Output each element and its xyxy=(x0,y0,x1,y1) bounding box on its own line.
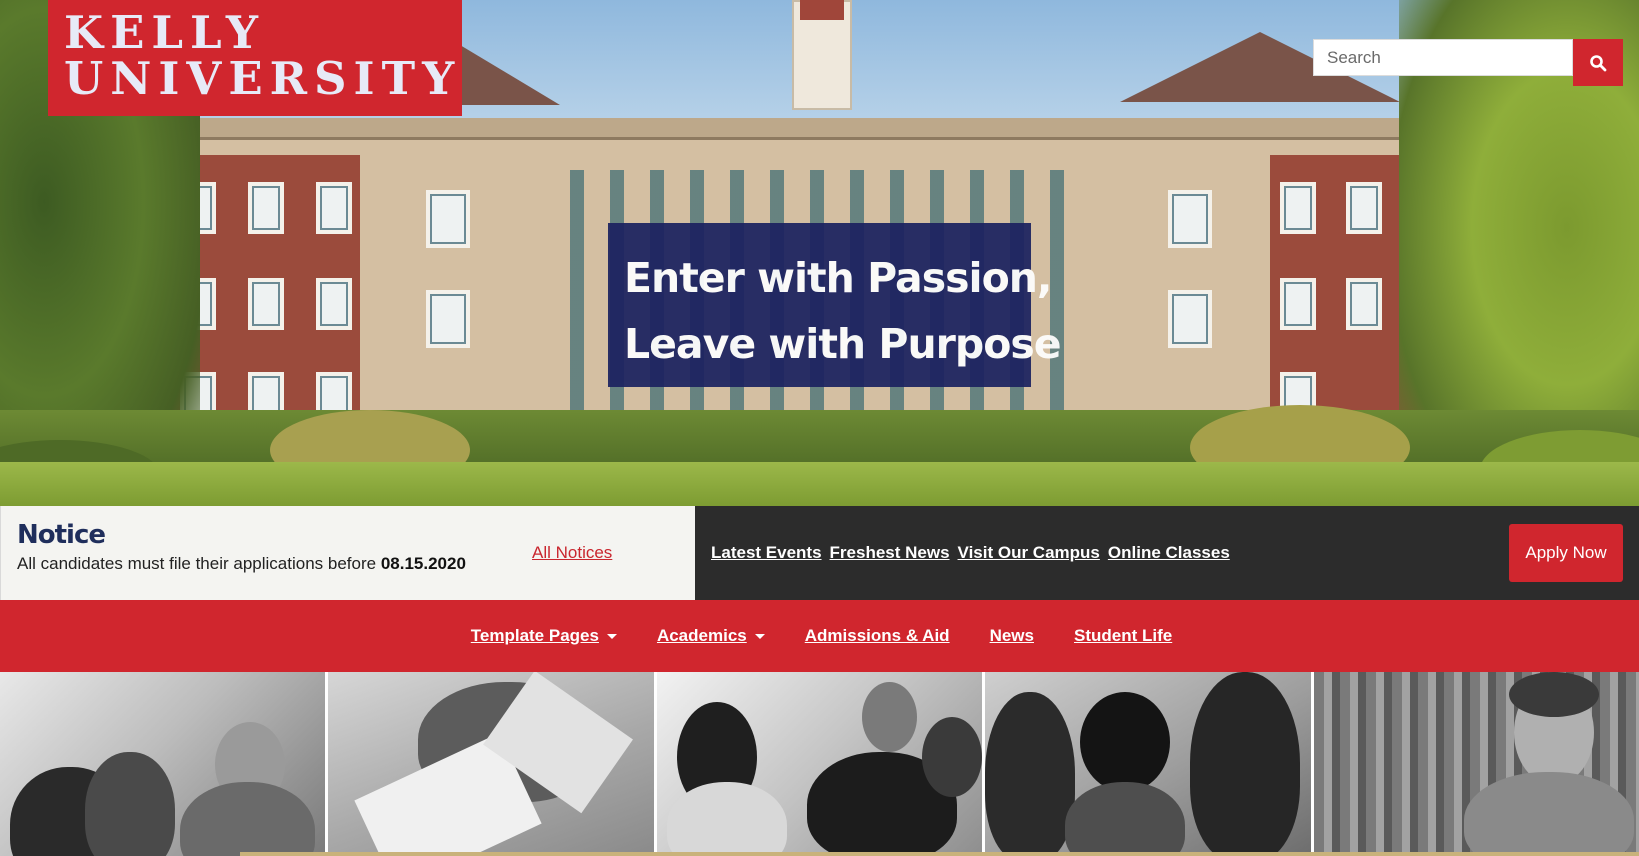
notice-date: 08.15.2020 xyxy=(380,554,466,573)
figure xyxy=(666,782,787,856)
nav-label: Academics xyxy=(656,626,747,645)
nav-label: Template Pages xyxy=(470,626,599,645)
figure xyxy=(985,692,1076,856)
window xyxy=(426,190,470,248)
window xyxy=(1168,290,1212,348)
window xyxy=(1280,278,1316,330)
photo-reading-book xyxy=(328,672,654,856)
logo-line-2: UNIVERSITY xyxy=(64,52,462,105)
window xyxy=(248,278,284,330)
tagline-line-2: Leave with Purpose xyxy=(624,320,1062,368)
lawn xyxy=(0,462,1639,506)
figure xyxy=(180,782,315,856)
search-input[interactable] xyxy=(1313,39,1573,76)
figure xyxy=(1190,672,1301,856)
nav-academics[interactable]: Academics xyxy=(657,626,765,646)
nav-news[interactable]: News xyxy=(990,626,1034,646)
quick-links-panel: Latest Events Freshest News Visit Our Ca… xyxy=(695,506,1639,600)
apply-now-button[interactable]: Apply Now xyxy=(1509,524,1623,582)
figure xyxy=(1065,782,1186,856)
search-bar xyxy=(1313,39,1623,86)
university-logo[interactable]: KELLY UNIVERSITY xyxy=(48,0,462,116)
photo-library xyxy=(1313,672,1639,856)
window xyxy=(426,290,470,348)
window xyxy=(1280,182,1316,234)
quick-link-visit-campus[interactable]: Visit Our Campus xyxy=(958,543,1100,563)
hero-tagline: Enter with Passion, Leave with Purpose xyxy=(608,223,1062,387)
figure xyxy=(1463,772,1634,856)
photo-strip xyxy=(0,672,1639,856)
nav-label: Student Life xyxy=(1074,626,1173,645)
window xyxy=(1346,182,1382,234)
figure xyxy=(921,717,982,797)
notice-text: All candidates must file their applicati… xyxy=(17,554,466,574)
main-nav: Template Pages Academics Admissions & Ai… xyxy=(0,600,1639,672)
photo-students-2 xyxy=(656,672,983,856)
quick-link-latest-events[interactable]: Latest Events xyxy=(711,543,822,563)
all-notices-link[interactable]: All Notices xyxy=(532,543,612,563)
caret-down-icon xyxy=(606,633,617,639)
nav-admissions-aid[interactable]: Admissions & Aid xyxy=(805,626,950,646)
figure xyxy=(861,682,917,752)
quick-links: Latest Events Freshest News Visit Our Ca… xyxy=(711,543,1230,563)
window xyxy=(248,182,284,234)
photo-students-3 xyxy=(985,672,1311,856)
window xyxy=(316,278,352,330)
notice-title: Notice xyxy=(17,520,106,550)
notice-panel: Notice All candidates must file their ap… xyxy=(0,506,695,600)
window xyxy=(1346,278,1382,330)
quick-link-online-classes[interactable]: Online Classes xyxy=(1108,543,1230,563)
notice-message: All candidates must file their applicati… xyxy=(17,554,377,573)
figure xyxy=(1508,672,1599,717)
window xyxy=(1168,190,1212,248)
search-button[interactable] xyxy=(1573,39,1623,86)
tower-roof xyxy=(800,0,844,20)
building-cornice xyxy=(135,118,1495,140)
search-icon xyxy=(1590,54,1607,71)
figure xyxy=(85,752,175,856)
gold-divider xyxy=(240,852,1639,856)
nav-template-pages[interactable]: Template Pages xyxy=(471,626,617,646)
tagline-line-1: Enter with Passion, xyxy=(624,254,1053,302)
quick-link-freshest-news[interactable]: Freshest News xyxy=(830,543,950,563)
nav-label: Admissions & Aid xyxy=(804,626,950,645)
nav-student-life[interactable]: Student Life xyxy=(1074,626,1172,646)
hero-banner: KELLY UNIVERSITY Enter with Passion, Lea… xyxy=(0,0,1639,506)
photo-students-1 xyxy=(0,672,326,856)
figure xyxy=(1080,692,1171,792)
caret-down-icon xyxy=(754,633,765,639)
nav-label: News xyxy=(989,626,1034,645)
logo-line-1: KELLY xyxy=(64,6,265,59)
window xyxy=(316,182,352,234)
